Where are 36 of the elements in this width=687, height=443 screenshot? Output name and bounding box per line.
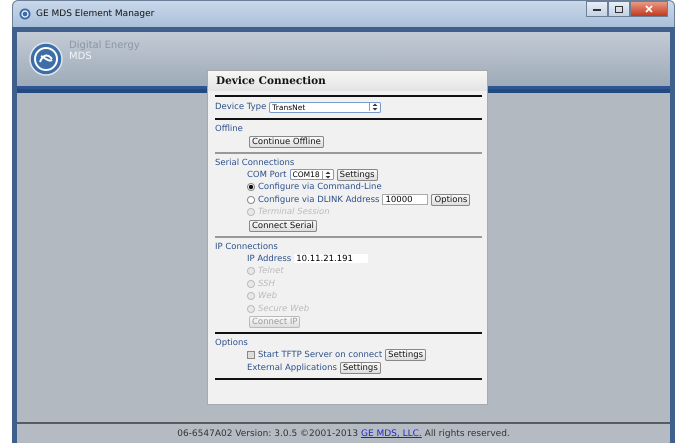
maximize-icon bbox=[615, 6, 623, 12]
close-button[interactable] bbox=[630, 1, 668, 17]
section-heading: Options bbox=[215, 338, 249, 349]
ip-address-label: IP Address bbox=[247, 254, 292, 264]
dlink-address-field[interactable]: 10000 bbox=[382, 194, 428, 206]
minimize-icon bbox=[593, 8, 601, 10]
copyright-text: 06-6547A02 Version: 3.0.5 ©2001-2013 GE MDS, LLC. All rights reserved. bbox=[177, 429, 510, 439]
app-icon bbox=[19, 8, 31, 20]
settings-button[interactable]: Settings bbox=[340, 362, 381, 374]
close-icon bbox=[645, 5, 653, 13]
radio-button[interactable] bbox=[247, 196, 255, 204]
section-heading: Serial Connections bbox=[215, 158, 296, 168]
spinner-icon bbox=[322, 170, 331, 179]
external-applications-label: External Applications bbox=[247, 362, 337, 373]
maximize-button[interactable] bbox=[608, 1, 630, 17]
continue-offline-button[interactable]: Continue Offline bbox=[249, 136, 324, 148]
section-heading: Offline bbox=[215, 124, 244, 134]
window-title: GE MDS Element Manager bbox=[36, 9, 154, 19]
section-heading: IP Connections bbox=[215, 242, 279, 252]
radio-label: Configure via Command-Line bbox=[258, 182, 382, 192]
options-button[interactable]: Options bbox=[431, 194, 470, 206]
product-name: MDS bbox=[69, 51, 93, 62]
settings-button[interactable]: Settings bbox=[336, 168, 378, 181]
connect-serial-button[interactable]: Connect Serial bbox=[249, 220, 317, 232]
radio-button[interactable] bbox=[247, 183, 255, 192]
settings-button[interactable]: Settings bbox=[385, 349, 426, 362]
device-type-label: Device Type bbox=[215, 102, 266, 112]
radio-label: Configure via DLINK Address bbox=[258, 194, 380, 205]
logo-icon bbox=[29, 42, 63, 76]
spinner-icon bbox=[369, 103, 378, 112]
com-port-label: COM Port bbox=[247, 170, 287, 180]
tftp-checkbox[interactable]: Start TFTP Server on connect bbox=[247, 350, 382, 360]
company-link[interactable]: GE MDS, LLC. bbox=[360, 429, 422, 439]
minimize-button[interactable] bbox=[586, 1, 608, 17]
dialog-title: Device Connection bbox=[208, 71, 487, 91]
ip-address-field[interactable]: 10.11.21.191 bbox=[294, 254, 368, 264]
